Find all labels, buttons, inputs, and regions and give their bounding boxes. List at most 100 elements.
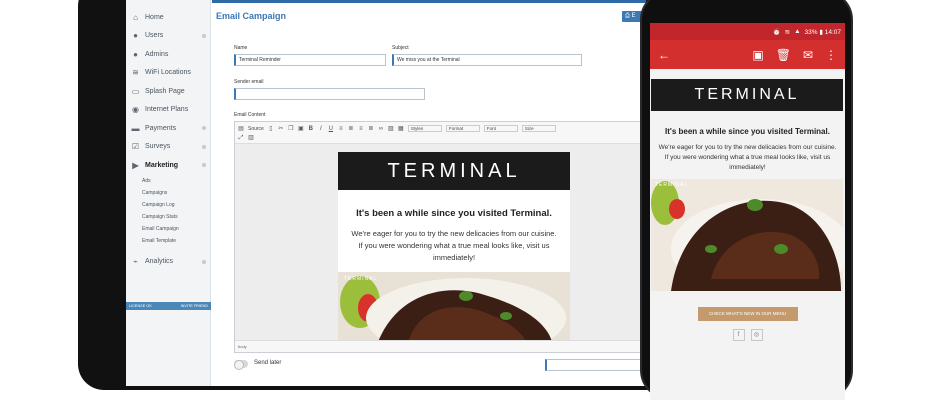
editor-status: body bbox=[235, 340, 641, 352]
social-links: f ◎ bbox=[650, 329, 845, 341]
phone-email-logo: TERMINAL bbox=[651, 79, 843, 111]
bold-icon[interactable]: B bbox=[308, 126, 314, 132]
blocks-icon[interactable]: ▥ bbox=[248, 135, 254, 141]
phone-email: TERMINAL It's been a while since you vis… bbox=[650, 69, 845, 400]
home-icon: ⌂ bbox=[133, 12, 138, 22]
font-select[interactable]: Font bbox=[483, 125, 518, 132]
size-select[interactable]: Size bbox=[521, 125, 556, 132]
editor-toolbar: ▤ Source ▯ ✂ ❐ ▣ B I U ≡ ≣ ≡ ≣ ∞ ▨ ▦ Sty… bbox=[235, 122, 641, 144]
sidebar-subitem-email-campaign[interactable]: Email Campaign bbox=[126, 223, 210, 235]
email-logo: TERMINAL bbox=[338, 152, 570, 190]
sidebar-item-internet-plans[interactable]: ◉ Internet Plans bbox=[126, 101, 210, 120]
more-icon[interactable]: ⋮ bbox=[825, 48, 837, 62]
align-center-icon[interactable]: ≡ bbox=[358, 126, 364, 132]
sidebar-item-users[interactable]: ● Users bbox=[126, 27, 210, 46]
food-photo: TERMINAL bbox=[338, 272, 570, 342]
email-body-line1: We're eager for you to try the new delic… bbox=[351, 229, 557, 238]
align-right-icon[interactable]: ≣ bbox=[368, 126, 374, 132]
alarm-icon: ⏰ bbox=[772, 28, 781, 36]
maximize-icon[interactable]: ⤢ bbox=[238, 135, 244, 141]
sidebar-subitem-campaign-stats[interactable]: Campaign Stats bbox=[126, 211, 210, 223]
paste-icon[interactable]: ▣ bbox=[298, 126, 304, 132]
align-left-icon[interactable]: ≣ bbox=[348, 126, 354, 132]
instagram-icon[interactable]: ◎ bbox=[750, 329, 763, 341]
source-icon[interactable]: ▤ bbox=[238, 126, 244, 132]
sidebar-item-label: Users bbox=[145, 32, 164, 40]
admin-icon: ● bbox=[133, 49, 138, 59]
sidebar-item-marketing[interactable]: ▶ Marketing bbox=[126, 156, 210, 175]
stage: ⌂ Home ● Users ● Admins ≋ WiFi Locations ▭ Splash… bbox=[0, 0, 940, 400]
sidebar-subitem-email-template[interactable]: Email Template bbox=[126, 235, 210, 247]
back-icon[interactable]: ← bbox=[658, 48, 670, 62]
format-select[interactable]: Format bbox=[445, 125, 480, 132]
checkbox-icon: ☑ bbox=[131, 142, 140, 152]
archive-icon[interactable]: ▣ bbox=[752, 48, 763, 62]
globe-icon: ◉ bbox=[132, 105, 139, 115]
user-icon: ● bbox=[133, 31, 138, 41]
styles-select[interactable]: Styles bbox=[407, 125, 442, 132]
phone-status-bar: ⏰ ≋ ▲ 33% ▮ 14:07 bbox=[650, 23, 845, 40]
source-button[interactable]: Source bbox=[248, 126, 264, 132]
editor-canvas[interactable]: TERMINAL It's been a while since you vis… bbox=[235, 144, 641, 352]
top-action-button[interactable]: ⎙ E bbox=[622, 11, 642, 22]
signal-icon: ▲ bbox=[794, 28, 801, 35]
rich-text-editor[interactable]: ▤ Source ▯ ✂ ❐ ▣ B I U ≡ ≣ ≡ ≣ ∞ ▨ ▦ Sty… bbox=[234, 121, 642, 353]
sidebar-subitem-campaigns[interactable]: Campaigns bbox=[126, 187, 210, 199]
send-later-toggle[interactable] bbox=[234, 360, 248, 370]
sidebar-item-splash-page[interactable]: ▭ Splash Page bbox=[126, 82, 210, 101]
name-input[interactable]: Terminal Reminder bbox=[234, 54, 386, 66]
name-label: Name bbox=[234, 45, 248, 51]
underline-icon[interactable]: U bbox=[328, 126, 334, 132]
sidebar-item-label: Internet Plans bbox=[145, 106, 189, 114]
tablet-screen: ⌂ Home ● Users ● Admins ≋ WiFi Locations ▭ Splash… bbox=[126, 0, 646, 386]
link-icon[interactable]: ∞ bbox=[378, 126, 384, 132]
phone-screen: ⏰ ≋ ▲ 33% ▮ 14:07 ← ▣ 🗑 ✉ ⋮ TERMINAL It'… bbox=[650, 23, 845, 400]
sidebar-item-analytics[interactable]: ⌁ Analytics bbox=[126, 253, 210, 272]
phone-food-photo: TERMINAL bbox=[651, 179, 843, 291]
content-label: Email Content bbox=[234, 112, 266, 118]
expand-dot-icon bbox=[202, 144, 206, 149]
sidebar-item-payments[interactable]: ▬ Payments bbox=[126, 119, 210, 138]
copy-icon[interactable]: ❐ bbox=[288, 126, 294, 132]
sidebar-subitem-campaign-log[interactable]: Campaign Log bbox=[126, 199, 210, 211]
sidebar-subitem-ads[interactable]: Ads bbox=[126, 175, 210, 187]
page-title: Email Campaign bbox=[216, 11, 287, 21]
sidebar-item-label: Surveys bbox=[145, 143, 171, 151]
list-icon[interactable]: ≡ bbox=[338, 126, 344, 132]
subject-label: Subject bbox=[392, 45, 409, 51]
chart-icon: ⌁ bbox=[133, 257, 138, 267]
card-icon: ▬ bbox=[131, 123, 140, 133]
italic-icon[interactable]: I bbox=[318, 126, 324, 132]
sender-label: Sender email bbox=[234, 79, 264, 85]
sidebar-item-surveys[interactable]: ☑ Surveys bbox=[126, 138, 210, 157]
sidebar-item-home[interactable]: ⌂ Home bbox=[126, 8, 210, 27]
document-icon[interactable]: ▯ bbox=[268, 126, 274, 132]
table-icon[interactable]: ▦ bbox=[398, 126, 404, 132]
subject-input[interactable]: We miss you at the Terminal bbox=[392, 54, 582, 66]
sender-email-input[interactable] bbox=[234, 88, 425, 100]
cut-icon[interactable]: ✂ bbox=[278, 126, 284, 132]
phone-app-bar: ← ▣ 🗑 ✉ ⋮ bbox=[650, 40, 845, 69]
license-status[interactable]: LICENSE OK bbox=[129, 304, 152, 308]
sidebar-item-label: WiFi Locations bbox=[145, 69, 191, 77]
email-preview: TERMINAL It's been a while since you vis… bbox=[338, 152, 570, 352]
sidebar-item-wifi-locations[interactable]: ≋ WiFi Locations bbox=[126, 64, 210, 83]
invite-friend-link[interactable]: INVITE FRIEND bbox=[181, 304, 208, 308]
expand-dot-icon bbox=[202, 33, 206, 38]
expand-dot-icon bbox=[202, 126, 206, 131]
phone-email-heading: It's been a while since you visited Term… bbox=[665, 127, 830, 136]
sidebar: ⌂ Home ● Users ● Admins ≋ WiFi Locations ▭ Splash… bbox=[126, 0, 211, 386]
sidebar-item-label: Marketing bbox=[145, 161, 179, 169]
wifi-icon: ≋ bbox=[784, 28, 791, 36]
sidebar-item-label: Admins bbox=[145, 50, 169, 58]
expand-dot-icon bbox=[202, 259, 206, 264]
image-icon[interactable]: ▨ bbox=[388, 126, 394, 132]
delete-icon[interactable]: 🗑 bbox=[776, 48, 791, 62]
mail-icon[interactable]: ✉ bbox=[803, 48, 813, 62]
check-menu-button[interactable]: CHECK WHAT'S NEW IN OUR MENU bbox=[697, 307, 798, 321]
sidebar-item-label: Home bbox=[145, 13, 164, 21]
email-heading: It's been a while since you visited Term… bbox=[356, 208, 552, 219]
sidebar-item-admins[interactable]: ● Admins bbox=[126, 45, 210, 64]
schedule-input[interactable] bbox=[545, 359, 645, 371]
facebook-icon[interactable]: f bbox=[732, 329, 745, 341]
